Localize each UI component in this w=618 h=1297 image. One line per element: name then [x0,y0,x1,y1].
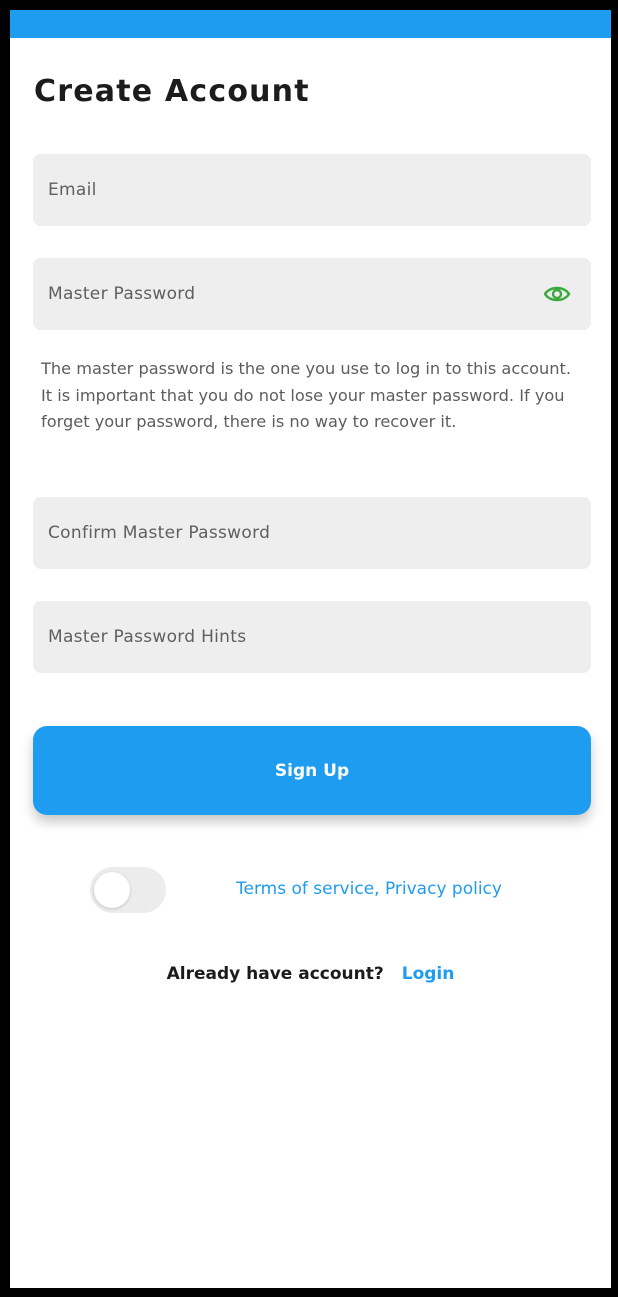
master-password-hints-input[interactable] [33,601,591,673]
toggle-knob [94,872,130,908]
confirm-password-field-container [33,497,591,569]
login-prompt-text: Already have account? [166,964,384,984]
login-row: Already have account? Login [10,962,611,986]
master-password-helper-text: The master password is the one you use t… [41,359,572,431]
confirm-master-password-input[interactable] [33,497,591,569]
page-title: Create Account [34,74,310,109]
master-password-field-container [33,258,591,330]
terms-privacy-link[interactable]: Terms of service, Privacy policy [236,877,502,901]
status-bar [10,10,611,38]
terms-toggle[interactable] [90,867,166,913]
master-password-input[interactable] [33,258,591,330]
sign-up-button[interactable]: Sign Up [33,726,591,815]
email-field-container [33,154,591,226]
login-link[interactable]: Login [402,964,455,984]
email-input[interactable] [33,154,591,226]
password-hints-field-container [33,601,591,673]
app-screen: Create Account The master password is th… [10,10,611,1288]
eye-icon[interactable] [543,281,571,307]
